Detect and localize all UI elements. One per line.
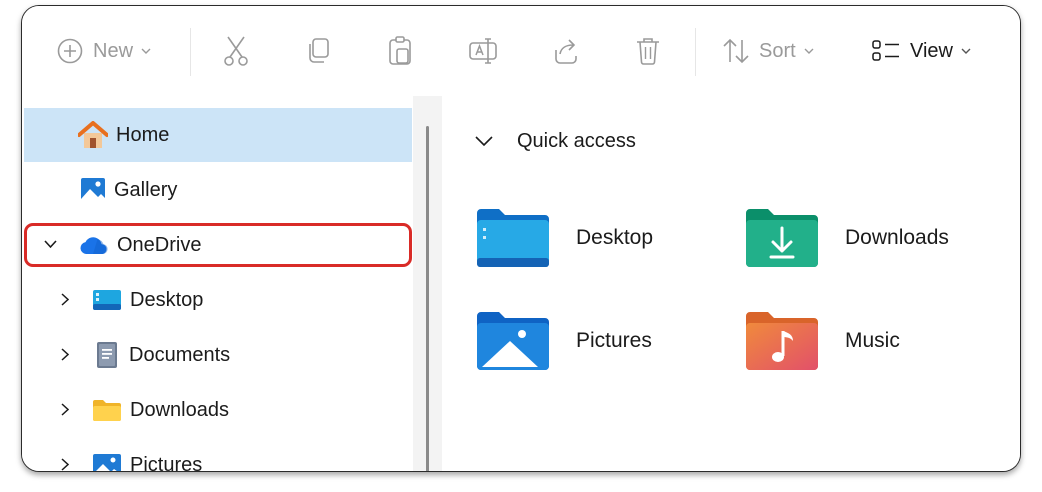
nav-item-downloads[interactable]: Downloads xyxy=(24,383,412,437)
pictures-folder-icon xyxy=(93,454,121,471)
toolbar-divider xyxy=(190,28,191,76)
add-circle-icon xyxy=(57,38,83,64)
navigation-pane: Home Gallery OneDrive Desktop Documents … xyxy=(22,96,442,471)
quick-access-item-desktop[interactable]: Desktop xyxy=(476,208,653,268)
chevron-down-icon[interactable] xyxy=(475,135,493,147)
tile-label-music: Music xyxy=(845,329,900,352)
view-label: View xyxy=(910,39,953,62)
music-folder-icon xyxy=(746,312,818,370)
nav-label-documents: Documents xyxy=(129,343,231,366)
new-label: New xyxy=(93,39,134,62)
home-icon xyxy=(78,121,108,148)
tile-label-desktop: Desktop xyxy=(576,226,654,249)
new-button[interactable]: New xyxy=(56,33,151,69)
nav-item-home[interactable]: Home xyxy=(24,108,412,162)
paste-icon xyxy=(389,36,411,65)
delete-icon xyxy=(637,38,659,65)
gallery-icon xyxy=(81,178,105,202)
quick-access-item-pictures[interactable]: Pictures xyxy=(476,311,652,371)
nav-item-pictures[interactable]: Pictures xyxy=(24,438,412,472)
chevron-right-icon[interactable] xyxy=(61,403,69,416)
command-bar: New Sort View xyxy=(22,6,1020,97)
desktop-folder-icon xyxy=(93,290,121,310)
chevron-right-icon[interactable] xyxy=(61,348,69,361)
chevron-right-icon[interactable] xyxy=(61,458,69,471)
nav-label-desktop: Desktop xyxy=(130,288,204,311)
quick-access-header[interactable]: Quick access xyxy=(475,126,636,156)
toolbar-divider xyxy=(695,28,696,76)
pictures-folder-icon xyxy=(477,312,549,370)
downloads-folder-icon xyxy=(746,209,818,267)
nav-item-onedrive[interactable]: OneDrive xyxy=(24,218,412,272)
sort-icon xyxy=(723,38,749,64)
view-icon xyxy=(872,40,899,61)
tile-label-pictures: Pictures xyxy=(576,329,652,352)
sort-button[interactable]: Sort xyxy=(722,33,814,69)
copy-icon xyxy=(309,38,329,63)
chevron-down-icon xyxy=(141,48,151,54)
quick-access-item-music[interactable]: Music xyxy=(745,311,900,371)
chevron-down-icon xyxy=(804,48,814,54)
view-button[interactable]: View xyxy=(871,33,971,69)
tile-label-downloads: Downloads xyxy=(845,226,949,249)
nav-scrollbar[interactable] xyxy=(426,126,429,471)
desktop-folder-icon xyxy=(477,209,549,267)
cut-icon xyxy=(224,36,248,66)
file-explorer-window: New Sort View Home Gallery OneDrive Desk… xyxy=(21,5,1021,472)
nav-label-pictures: Pictures xyxy=(130,453,203,472)
chevron-down-icon xyxy=(961,48,971,54)
chevron-right-icon[interactable] xyxy=(61,293,69,306)
nav-item-gallery[interactable]: Gallery xyxy=(24,163,412,217)
onedrive-cloud-icon xyxy=(80,237,108,254)
chevron-down-icon[interactable] xyxy=(44,240,57,249)
documents-icon xyxy=(97,342,117,368)
nav-label-downloads: Downloads xyxy=(130,398,229,421)
nav-label-home: Home xyxy=(116,123,170,146)
nav-label-gallery: Gallery xyxy=(114,178,178,201)
sort-label: Sort xyxy=(759,39,796,62)
share-icon xyxy=(555,39,577,64)
downloads-folder-icon xyxy=(93,400,121,421)
content-pane: Quick access Desktop Downloads Pictures … xyxy=(442,96,1020,471)
nav-item-desktop[interactable]: Desktop xyxy=(24,273,412,327)
rename-icon xyxy=(469,38,497,64)
quick-access-title: Quick access xyxy=(517,129,636,152)
quick-access-item-downloads[interactable]: Downloads xyxy=(745,208,949,268)
rename-button[interactable] xyxy=(468,33,498,69)
nav-item-documents[interactable]: Documents xyxy=(24,328,412,382)
paste-button[interactable] xyxy=(386,33,414,69)
cut-button[interactable] xyxy=(222,33,250,69)
delete-button[interactable] xyxy=(634,33,662,69)
share-button[interactable] xyxy=(550,33,580,69)
nav-label-onedrive: OneDrive xyxy=(117,233,202,256)
copy-button[interactable] xyxy=(304,33,332,69)
